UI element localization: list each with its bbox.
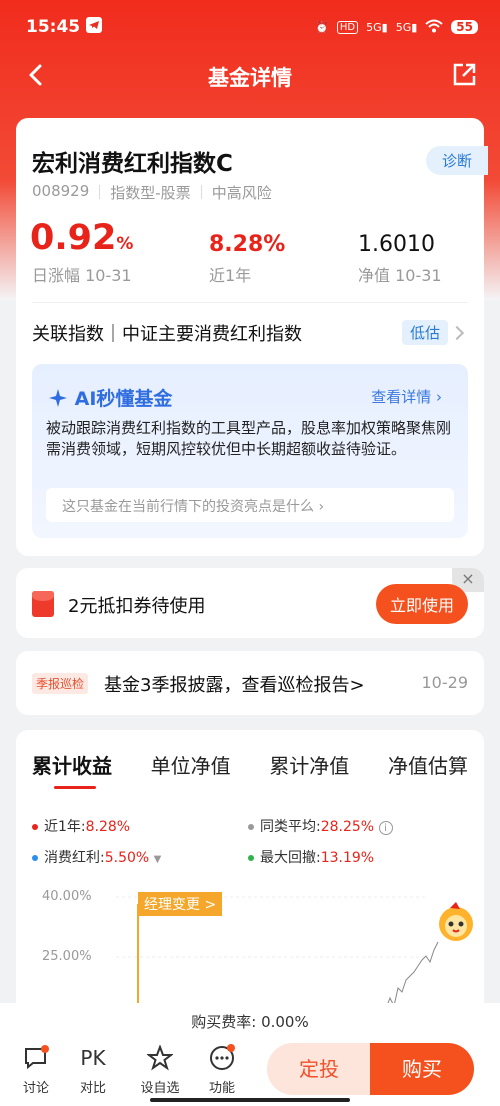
red-envelope-icon (32, 591, 54, 617)
ai-question-input[interactable]: 这只基金在当前行情下的投资亮点是什么 › (46, 488, 454, 522)
report-date: 10-29 (421, 673, 469, 692)
telegram-icon (86, 16, 103, 38)
legend-peer-avg: 同类平均:28.25% i (248, 816, 393, 836)
signal-icon: 5G▮ (366, 20, 388, 34)
ai-description: 被动跟踪消费红利指数的工具型产品，股息率加权策略聚焦刚需消费领域，短期风控较优但… (46, 419, 452, 458)
tab-cumulative-nav[interactable]: 累计净值 (269, 750, 349, 779)
coupon-card: × 2元抵扣券待使用 立即使用 (16, 568, 484, 638)
ai-more-link[interactable]: 查看详情 › (371, 386, 442, 407)
manager-change-tag[interactable]: 经理变更 > (138, 892, 223, 916)
info-icon[interactable]: i (378, 821, 393, 835)
functions-button[interactable]: 功能 (202, 1043, 242, 1096)
nav-bar: 基金详情 (0, 52, 500, 98)
fund-risk: 中高风险 (211, 184, 272, 202)
legend-index[interactable]: 消费红利:5.50% ▼ (32, 847, 161, 867)
chat-icon (16, 1043, 56, 1073)
report-card[interactable]: 季报巡检 基金3季报披露，查看巡检报告> 10-29 (16, 651, 484, 715)
discuss-button[interactable]: 讨论 (16, 1043, 56, 1096)
fund-name: 宏利消费红利指数C (32, 151, 233, 177)
report-badge: 季报巡检 (32, 673, 89, 694)
daily-label: 日涨幅 10-31 (32, 266, 132, 285)
legend-year: 近1年:8.28% (32, 816, 130, 836)
diagnose-button[interactable]: 诊断 (425, 146, 488, 175)
share-icon[interactable] (450, 61, 478, 89)
home-indicator (150, 1098, 350, 1102)
ai-summary-panel: AI秒懂基金 查看详情 › 被动跟踪消费红利指数的工具型产品，股息率加权策略聚焦… (32, 364, 468, 538)
tab-unit-nav[interactable]: 单位净值 (151, 750, 231, 779)
year-return: 8.28% (209, 232, 286, 257)
fund-type: 指数型-股票 (110, 184, 191, 202)
daily-change: 0.92% (30, 218, 134, 258)
battery-indicator: 55 (451, 20, 478, 34)
purchase-fee: 购买费率: 0.00% (191, 1013, 309, 1031)
related-index[interactable]: 关联指数｜中证主要消费红利指数 (32, 320, 302, 346)
year-label: 近1年 (209, 266, 252, 285)
fund-tags: 008929 指数型-股票 中高风险 (32, 182, 272, 203)
chevron-right-icon[interactable] (449, 325, 465, 341)
tab-nav-estimate[interactable]: 净值估算 (388, 750, 468, 779)
use-coupon-button[interactable]: 立即使用 (375, 584, 468, 624)
tab-cumulative-return[interactable]: 累计收益 (32, 750, 112, 789)
pk-icon: PK (80, 1046, 106, 1070)
dropdown-icon: ▼ (153, 854, 162, 865)
status-time: 15:45 (26, 17, 81, 37)
fund-code: 008929 (32, 182, 90, 200)
ai-title: AI秒懂基金 (48, 384, 172, 411)
buy-button[interactable]: 购买 (370, 1043, 474, 1095)
mascot-icon[interactable] (434, 900, 478, 944)
status-bar: 15:45 ⏰ HD 5G▮ 5G▮ 55 (26, 12, 478, 42)
fund-info-card: 宏利消费红利指数C 诊断 008929 指数型-股票 中高风险 0.92% 8.… (16, 118, 488, 556)
star-icon (138, 1043, 182, 1073)
legend-max-drawdown: 最大回撤:13.19% (248, 847, 374, 867)
signal-icon-2: 5G▮ (395, 20, 418, 34)
hd-icon: HD (336, 20, 359, 34)
sparkle-icon (49, 389, 67, 407)
nav-label: 净值 10-31 (358, 266, 442, 285)
coupon-text: 2元抵扣券待使用 (68, 596, 206, 617)
bottom-bar: 购买费率: 0.00% 讨论 PK 对比 设自选 功能 定投 购买 (0, 1003, 500, 1106)
wifi-icon (425, 19, 443, 36)
nav-value: 1.6010 (358, 232, 435, 257)
more-icon (202, 1043, 242, 1073)
alarm-icon: ⏰ (315, 20, 329, 34)
compare-button[interactable]: PK 对比 (73, 1043, 113, 1096)
fixed-invest-button[interactable]: 定投 (267, 1043, 371, 1095)
page-title: 基金详情 (208, 66, 292, 90)
add-watchlist-button[interactable]: 设自选 (138, 1043, 182, 1096)
report-text[interactable]: 基金3季报披露，查看巡检报告> (104, 671, 365, 697)
chart-card: 累计收益 单位净值 累计净值 净值估算 近1年:8.28% 同类平均:28.25… (16, 730, 484, 1030)
chart-tabs: 累计收益 单位净值 累计净值 净值估算 (32, 750, 468, 789)
valuation-badge: 低估 (402, 320, 449, 345)
